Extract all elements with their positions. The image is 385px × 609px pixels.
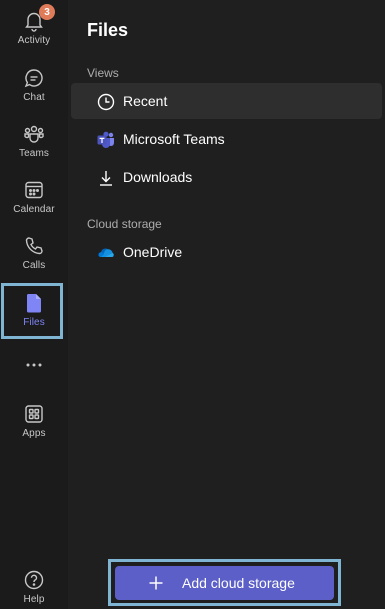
rail-activity[interactable]: 3 Activity [0, 4, 68, 46]
teams-icon [24, 125, 44, 143]
app-rail: 3 Activity Chat Teams Calendar Calls Fil… [0, 0, 68, 609]
cloud-item-label: OneDrive [123, 244, 183, 260]
activity-badge: 3 [39, 4, 55, 20]
rail-help-label: Help [23, 594, 45, 605]
cloud-storage-section-header: Cloud storage [87, 217, 162, 231]
file-icon [26, 294, 41, 313]
view-item-label: Microsoft Teams [123, 131, 225, 147]
view-item-microsoft-teams[interactable]: Microsoft Teams [71, 121, 382, 157]
teams-logo-icon [97, 131, 114, 148]
view-item-downloads[interactable]: Downloads [71, 159, 382, 195]
rail-more-button[interactable] [0, 358, 68, 372]
view-item-recent[interactable]: Recent [71, 83, 382, 119]
chat-icon [24, 69, 43, 88]
plus-icon [149, 576, 163, 590]
rail-apps[interactable]: Apps [0, 403, 68, 439]
views-section-header: Views [87, 66, 119, 80]
rail-activity-label: Activity [17, 35, 51, 46]
add-cloud-storage-button[interactable]: Add cloud storage [115, 566, 334, 600]
onedrive-icon [98, 248, 114, 257]
calendar-icon [25, 181, 43, 199]
cloud-item-onedrive[interactable]: OneDrive [71, 234, 382, 270]
rail-chat-label: Chat [23, 92, 45, 103]
help-icon [24, 570, 44, 590]
more-icon [26, 363, 42, 367]
add-cloud-storage-label: Add cloud storage [182, 575, 295, 591]
rail-apps-label: Apps [22, 428, 46, 439]
rail-help[interactable]: Help [0, 569, 68, 605]
download-icon [100, 171, 112, 186]
rail-teams[interactable]: Teams [0, 123, 68, 159]
rail-calendar-label: Calendar [13, 204, 55, 215]
rail-calendar[interactable]: Calendar [0, 179, 68, 215]
rail-calls[interactable]: Calls [0, 235, 68, 271]
rail-chat[interactable]: Chat [0, 67, 68, 103]
rail-files-label: Files [23, 317, 45, 328]
view-item-label: Downloads [123, 169, 193, 185]
rail-files[interactable]: Files [0, 292, 68, 328]
view-item-label: Recent [123, 93, 168, 109]
files-panel: Files Views Recent Microsoft Teams Downl… [68, 0, 385, 609]
clock-icon [97, 93, 115, 111]
rail-teams-label: Teams [19, 148, 49, 159]
apps-icon [25, 405, 43, 423]
page-title: Files [87, 20, 129, 40]
phone-icon [25, 237, 43, 255]
rail-calls-label: Calls [22, 260, 46, 271]
